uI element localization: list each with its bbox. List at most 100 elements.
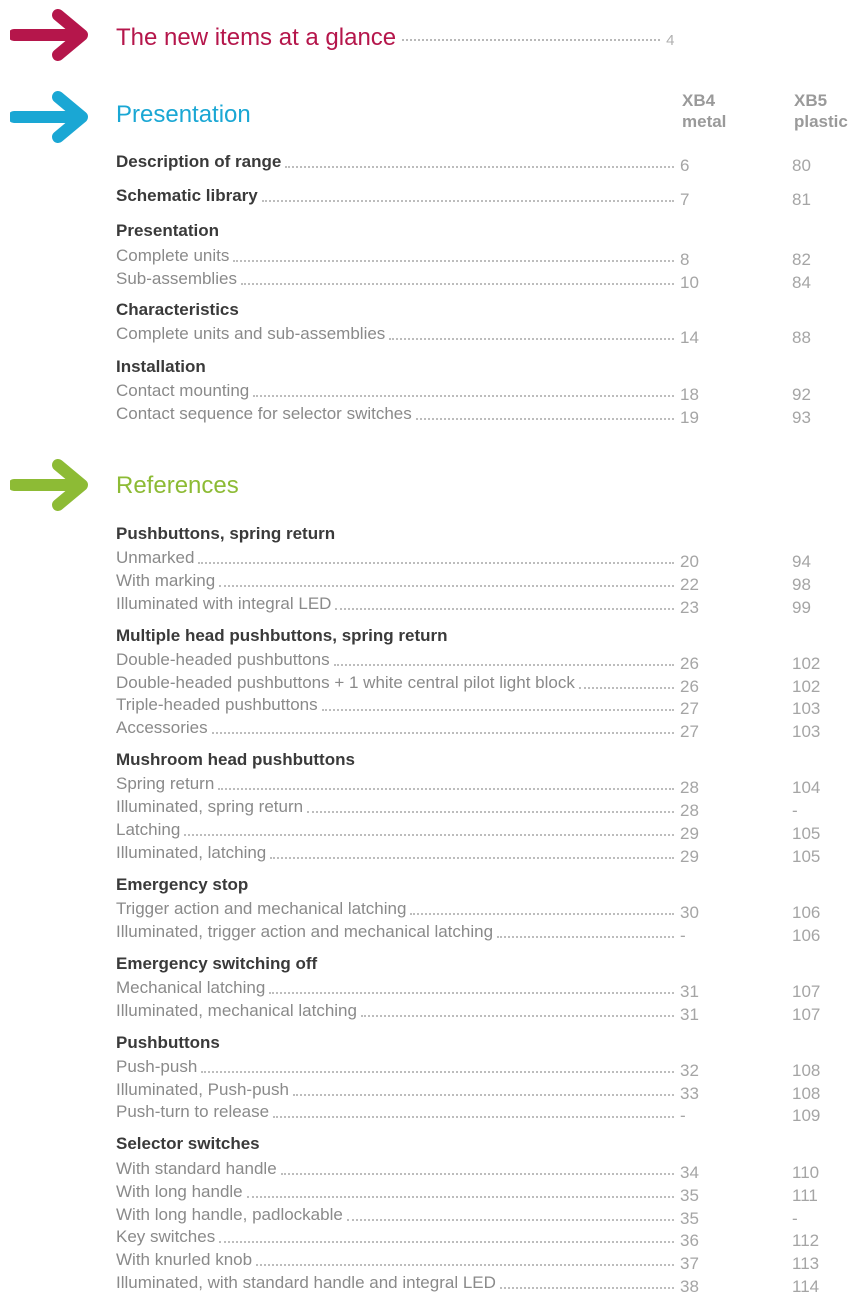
page-number-xb4: 38 bbox=[680, 1277, 699, 1296]
toc-entry-label: Illuminated, trigger action and mechanic… bbox=[116, 922, 494, 941]
page-number-xb5: 109 bbox=[792, 1106, 821, 1125]
page-number-xb4: - bbox=[680, 1106, 686, 1125]
dot-leader bbox=[281, 1173, 674, 1175]
dot-leader bbox=[218, 788, 674, 790]
toc-entry[interactable]: Illuminated, with standard handle and in… bbox=[116, 1272, 836, 1296]
page-number-xb5: 81 bbox=[792, 190, 811, 209]
toc-entry[interactable]: Illuminated, mechanical latching 31 107 bbox=[116, 1000, 836, 1024]
page-number-xb5: 107 bbox=[792, 1005, 821, 1024]
toc-entry[interactable]: Unmarked 20 94 bbox=[116, 547, 836, 571]
toc-entry-label: With knurled knob bbox=[116, 1250, 253, 1269]
toc-entry[interactable]: Contact mounting 18 92 bbox=[116, 380, 836, 404]
arrow-right-icon bbox=[10, 459, 88, 511]
toc-entry[interactable]: With standard handle 34 110 bbox=[116, 1158, 836, 1182]
dot-leader bbox=[410, 913, 674, 915]
toc-entry[interactable]: Trigger action and mechanical latching 30… bbox=[116, 898, 836, 922]
toc-group-heading: Emergency switching off bbox=[116, 954, 318, 973]
references-title: References bbox=[116, 472, 239, 499]
toc-entry[interactable]: Double-headed pushbuttons + 1 white cent… bbox=[116, 672, 836, 696]
toc-entry-label: Accessories bbox=[116, 718, 208, 737]
toc-entry-label: Push-turn to release bbox=[116, 1102, 270, 1121]
arrow-right-icon bbox=[10, 91, 88, 143]
toc-entry[interactable]: Complete units 8 82 bbox=[116, 245, 836, 269]
toc-entry[interactable]: Push-push 32 108 bbox=[116, 1056, 836, 1080]
toc-entry-label: Illuminated, spring return bbox=[116, 797, 304, 816]
overview-entry[interactable]: The new items at a glance 4 bbox=[116, 24, 716, 54]
page-number-xb4: 14 bbox=[680, 328, 699, 347]
column-header-xb5: XB5 plastic bbox=[794, 90, 856, 132]
toc-entry-label: Unmarked bbox=[116, 548, 195, 567]
toc-entry-label: Double-headed pushbuttons bbox=[116, 650, 330, 669]
page-number-xb4: - bbox=[680, 926, 686, 945]
dot-leader bbox=[201, 1071, 674, 1073]
toc-entry-label: Latching bbox=[116, 820, 181, 839]
page-number-xb4: 31 bbox=[680, 1005, 699, 1024]
toc-entry[interactable]: Double-headed pushbuttons 26 102 bbox=[116, 649, 836, 673]
page-number-xb4: 27 bbox=[680, 722, 699, 741]
dot-leader bbox=[269, 992, 674, 994]
toc-entry[interactable]: Illuminated, Push-push 33 108 bbox=[116, 1079, 836, 1103]
page-number-xb5: 105 bbox=[792, 847, 821, 866]
dot-leader bbox=[212, 732, 674, 734]
column-header-xb4: XB4 metal bbox=[682, 90, 762, 132]
toc-entry-label: Spring return bbox=[116, 774, 215, 793]
dot-leader bbox=[497, 936, 674, 938]
toc-entry[interactable]: Illuminated, spring return 28- bbox=[116, 796, 836, 820]
toc-entry-label: Sub-assemblies bbox=[116, 269, 237, 288]
dot-leader bbox=[500, 1287, 674, 1289]
dot-leader bbox=[273, 1116, 674, 1118]
toc-entry[interactable]: Accessories 27 103 bbox=[116, 717, 836, 741]
column-header-xb4-line2: metal bbox=[682, 112, 727, 131]
toc-entry[interactable]: Contact sequence for selector switches 19… bbox=[116, 403, 836, 427]
dot-leader bbox=[416, 418, 674, 420]
toc-entry-label: Trigger action and mechanical latching bbox=[116, 899, 407, 918]
toc-entry[interactable]: With long handle, padlockable 35- bbox=[116, 1204, 836, 1228]
toc-entry[interactable]: Schematic library 7 81 bbox=[116, 185, 836, 209]
page-number-xb4: 23 bbox=[680, 598, 699, 617]
toc-entry[interactable]: Sub-assemblies 10 84 bbox=[116, 268, 836, 292]
toc-entry-label: Illuminated with integral LED bbox=[116, 594, 332, 613]
page-number-xb4: 7 bbox=[680, 190, 690, 209]
dot-leader bbox=[579, 687, 674, 689]
toc-entry-label: Push-push bbox=[116, 1057, 198, 1076]
toc-entry[interactable]: Illuminated, trigger action and mechanic… bbox=[116, 921, 836, 945]
dot-leader bbox=[219, 1241, 674, 1243]
toc-entry[interactable]: Mechanical latching 31 107 bbox=[116, 977, 836, 1001]
arrow-right-icon bbox=[10, 9, 88, 61]
toc-entry[interactable]: Push-turn to release - 109 bbox=[116, 1101, 836, 1125]
toc-entry-label: Complete units and sub-assemblies bbox=[116, 324, 386, 343]
toc-group-heading: Multiple head pushbuttons, spring return bbox=[116, 626, 448, 645]
toc-entry[interactable]: Spring return 28 104 bbox=[116, 773, 836, 797]
dot-leader bbox=[233, 260, 674, 262]
dot-leader bbox=[184, 834, 674, 836]
dot-leader bbox=[307, 811, 674, 813]
toc-entry-label: Complete units bbox=[116, 246, 230, 265]
page-number-xb5: 88 bbox=[792, 328, 811, 347]
toc-entry[interactable]: With knurled knob 37 113 bbox=[116, 1249, 836, 1273]
dot-leader bbox=[262, 200, 674, 202]
toc-entry[interactable]: Illuminated, latching 29 105 bbox=[116, 842, 836, 866]
toc-entry[interactable]: Triple-headed pushbuttons 27 103 bbox=[116, 694, 836, 718]
column-header-xb5-line2: plastic bbox=[794, 112, 848, 131]
toc-entry-label: Double-headed pushbuttons + 1 white cent… bbox=[116, 673, 575, 692]
toc-entry[interactable]: Complete units and sub-assemblies 14 88 bbox=[116, 323, 836, 347]
dot-leader bbox=[219, 585, 674, 587]
toc-entry[interactable]: Key switches 36 112 bbox=[116, 1226, 836, 1250]
page-number-xb5: 84 bbox=[792, 273, 811, 292]
dot-leader bbox=[347, 1219, 674, 1221]
toc-group-heading: Pushbuttons, spring return bbox=[116, 524, 336, 543]
toc-group-heading: Selector switches bbox=[116, 1134, 260, 1153]
toc-entry[interactable]: Latching 29 105 bbox=[116, 819, 836, 843]
dot-leader bbox=[389, 338, 674, 340]
column-header-xb4-line1: XB4 bbox=[682, 91, 716, 110]
toc-entry[interactable]: With marking 22 98 bbox=[116, 570, 836, 594]
toc-entry-label: With long handle, padlockable bbox=[116, 1205, 343, 1224]
toc-entry[interactable]: With long handle 35 111 bbox=[116, 1181, 836, 1205]
dot-leader bbox=[256, 1264, 674, 1266]
overview-page: 4 bbox=[666, 32, 675, 49]
toc-entry-label: Description of range bbox=[116, 152, 282, 171]
toc-entry[interactable]: Description of range 6 80 bbox=[116, 151, 836, 175]
page-number-xb5: 99 bbox=[792, 598, 811, 617]
toc-entry[interactable]: Illuminated with integral LED 23 99 bbox=[116, 593, 836, 617]
dot-leader bbox=[334, 664, 674, 666]
